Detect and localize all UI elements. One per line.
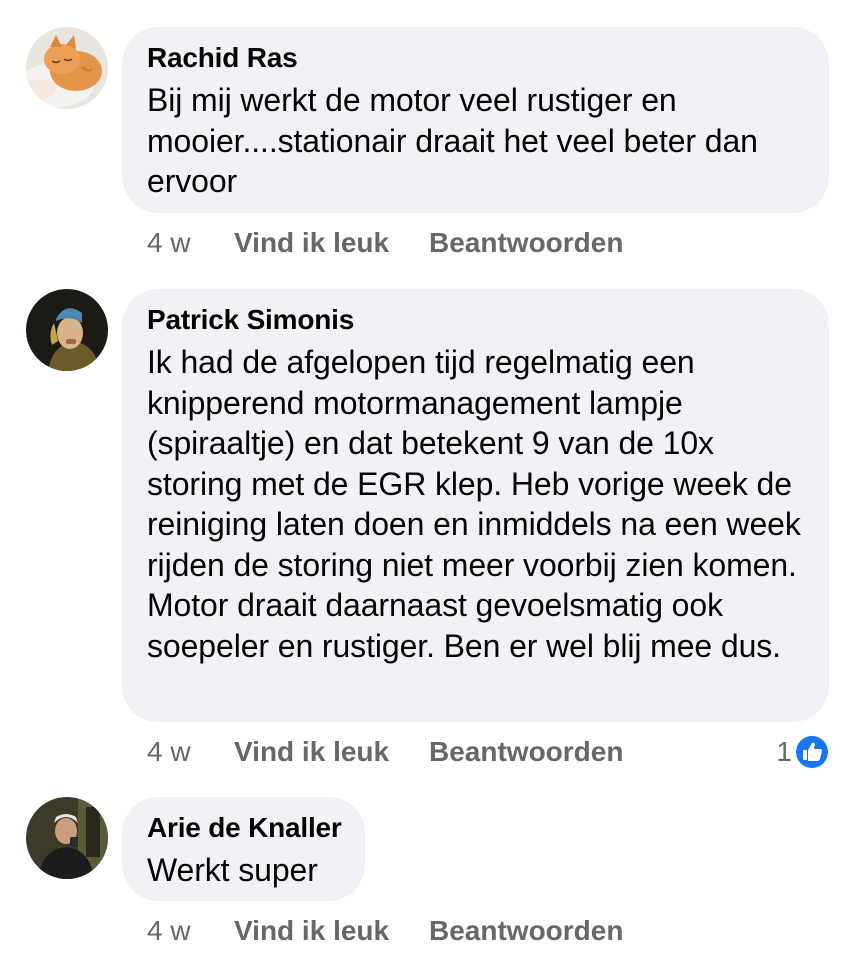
like-button[interactable]: Vind ik leuk [234, 226, 389, 260]
like-button[interactable]: Vind ik leuk [234, 914, 389, 948]
painting-portrait-avatar-icon [26, 289, 108, 371]
reply-button[interactable]: Beantwoorden [429, 226, 623, 260]
comment-bubble: Patrick Simonis Ik had de afgelopen tijd… [122, 289, 829, 722]
comment-timestamp[interactable]: 4 w [147, 735, 191, 769]
comment-text: Ik had de afgelopen tijd regelmatig een … [147, 344, 801, 664]
thumbs-up-icon [796, 736, 828, 768]
comment-text: Bij mij werkt de motor veel rustiger en … [147, 82, 758, 199]
comment-bubble: Rachid Ras Bij mij werkt de motor veel r… [122, 27, 829, 213]
avatar[interactable] [26, 289, 108, 371]
comment-author[interactable]: Rachid Ras [147, 43, 805, 73]
comment-timestamp[interactable]: 4 w [147, 914, 191, 948]
avatar[interactable] [26, 27, 108, 109]
reply-button[interactable]: Beantwoorden [429, 735, 623, 769]
like-button[interactable]: Vind ik leuk [234, 735, 389, 769]
reply-button[interactable]: Beantwoorden [429, 914, 623, 948]
comment-author[interactable]: Patrick Simonis [147, 305, 805, 335]
comment-timestamp[interactable]: 4 w [147, 226, 191, 260]
person-photo-avatar-icon [26, 797, 108, 879]
comment-bubble: Arie de Knaller Werkt super [122, 797, 365, 901]
avatar[interactable] [26, 797, 108, 879]
comment-text: Werkt super [147, 852, 318, 888]
comment-author[interactable]: Arie de Knaller [147, 813, 342, 843]
cat-photo-avatar-icon [26, 27, 108, 109]
reaction-count: 1 [776, 736, 792, 767]
reaction-summary[interactable]: 1 [776, 735, 828, 769]
